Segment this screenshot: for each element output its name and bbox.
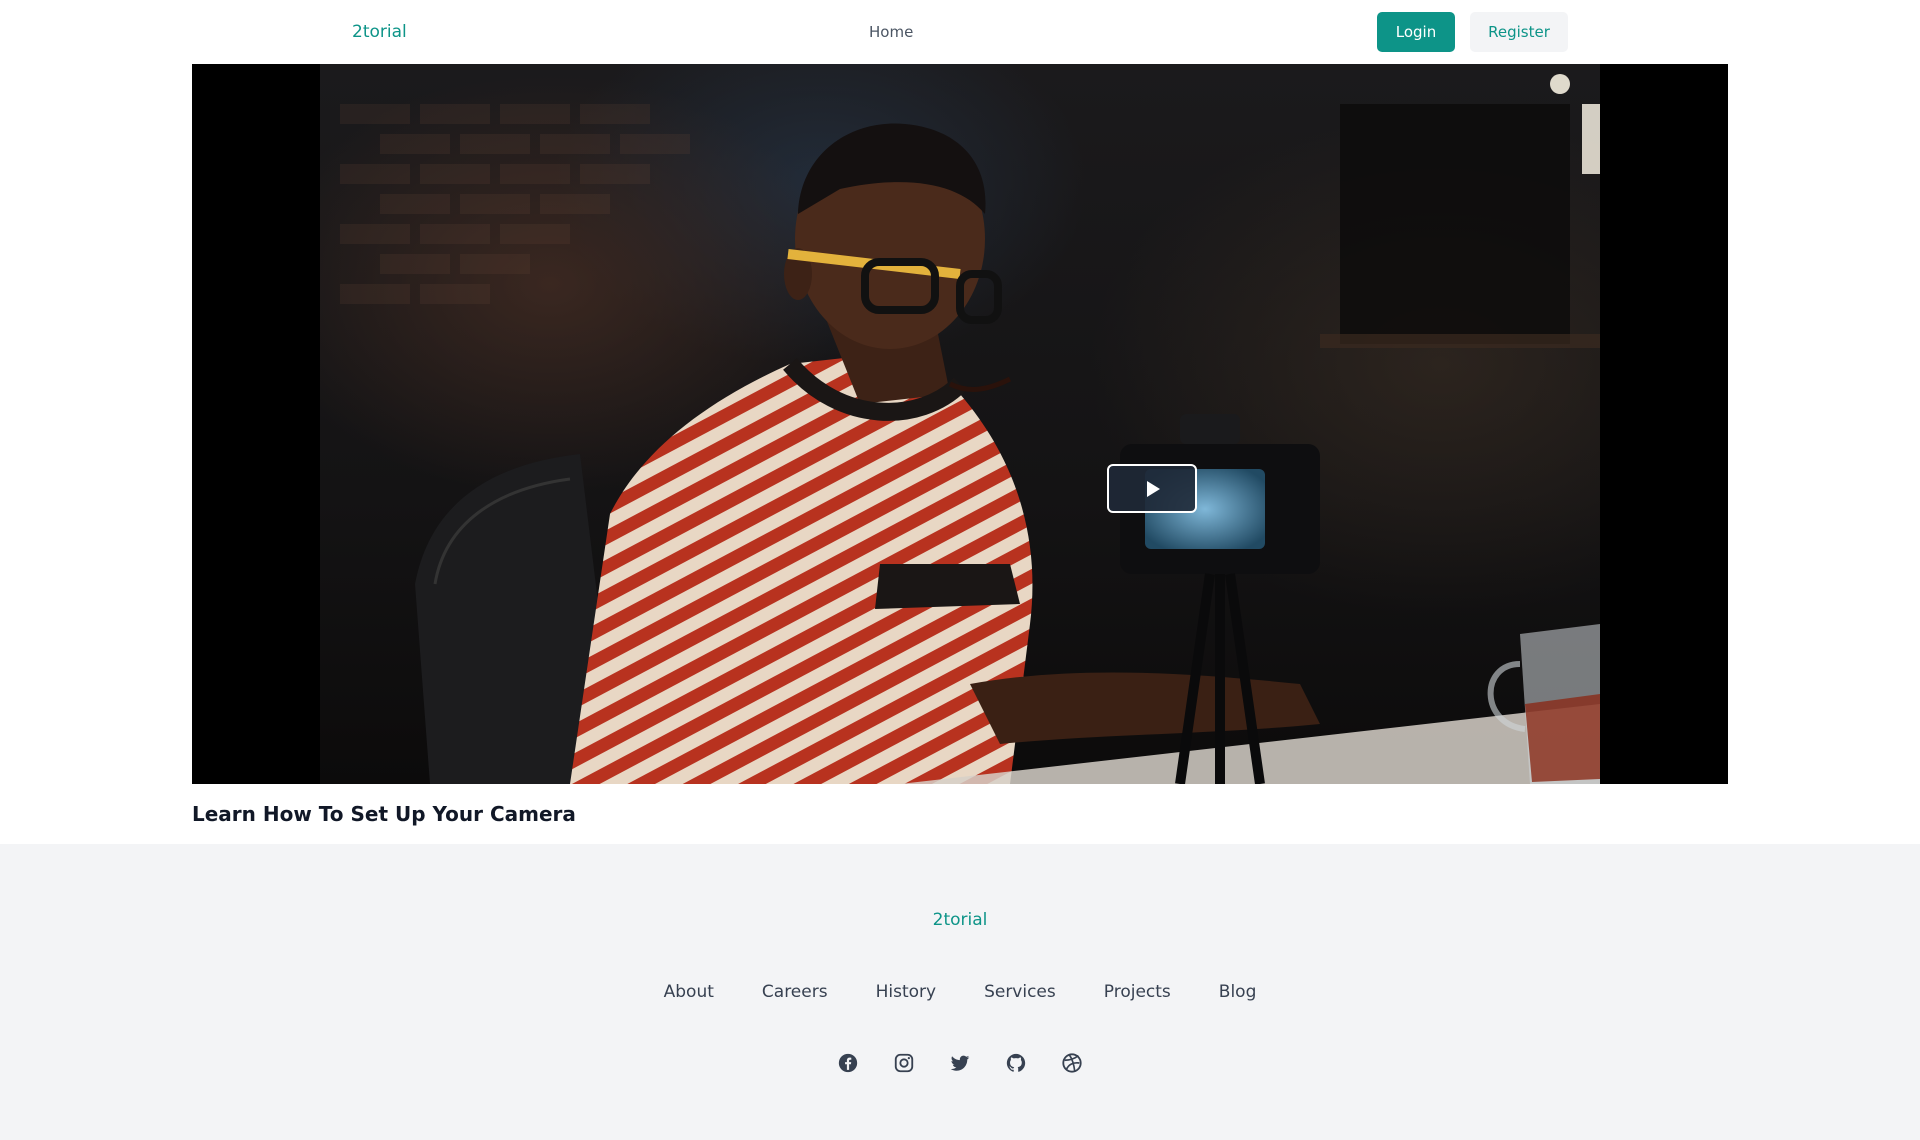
- video-title: Learn How To Set Up Your Camera: [192, 802, 576, 826]
- footer-link-careers[interactable]: Careers: [762, 980, 828, 1004]
- footer-link-about[interactable]: About: [664, 980, 714, 1004]
- header: 2torial Home Login Register: [0, 0, 1920, 64]
- thumbnail-illustration: [340, 74, 1600, 784]
- login-button[interactable]: Login: [1377, 12, 1455, 52]
- dribbble-icon[interactable]: [1060, 1051, 1084, 1075]
- register-button[interactable]: Register: [1470, 12, 1568, 52]
- footer-link-services[interactable]: Services: [984, 980, 1056, 1004]
- social-links: [0, 1051, 1920, 1075]
- footer: 2torial About Careers History Services P…: [0, 844, 1920, 1140]
- footer-nav: About Careers History Services Projects …: [0, 980, 1920, 1004]
- footer-logo[interactable]: 2torial: [0, 908, 1920, 932]
- nav-home-link[interactable]: Home: [869, 21, 913, 43]
- github-icon[interactable]: [1004, 1051, 1028, 1075]
- instagram-icon[interactable]: [892, 1051, 916, 1075]
- facebook-icon[interactable]: [836, 1051, 860, 1075]
- twitter-icon[interactable]: [948, 1051, 972, 1075]
- play-icon: [1147, 480, 1160, 497]
- video-player[interactable]: [192, 64, 1728, 784]
- footer-link-history[interactable]: History: [876, 980, 936, 1004]
- video-thumbnail: [320, 64, 1600, 784]
- play-button[interactable]: [1107, 464, 1197, 513]
- logo[interactable]: 2torial: [352, 20, 407, 44]
- footer-link-blog[interactable]: Blog: [1219, 980, 1257, 1004]
- footer-link-projects[interactable]: Projects: [1104, 980, 1171, 1004]
